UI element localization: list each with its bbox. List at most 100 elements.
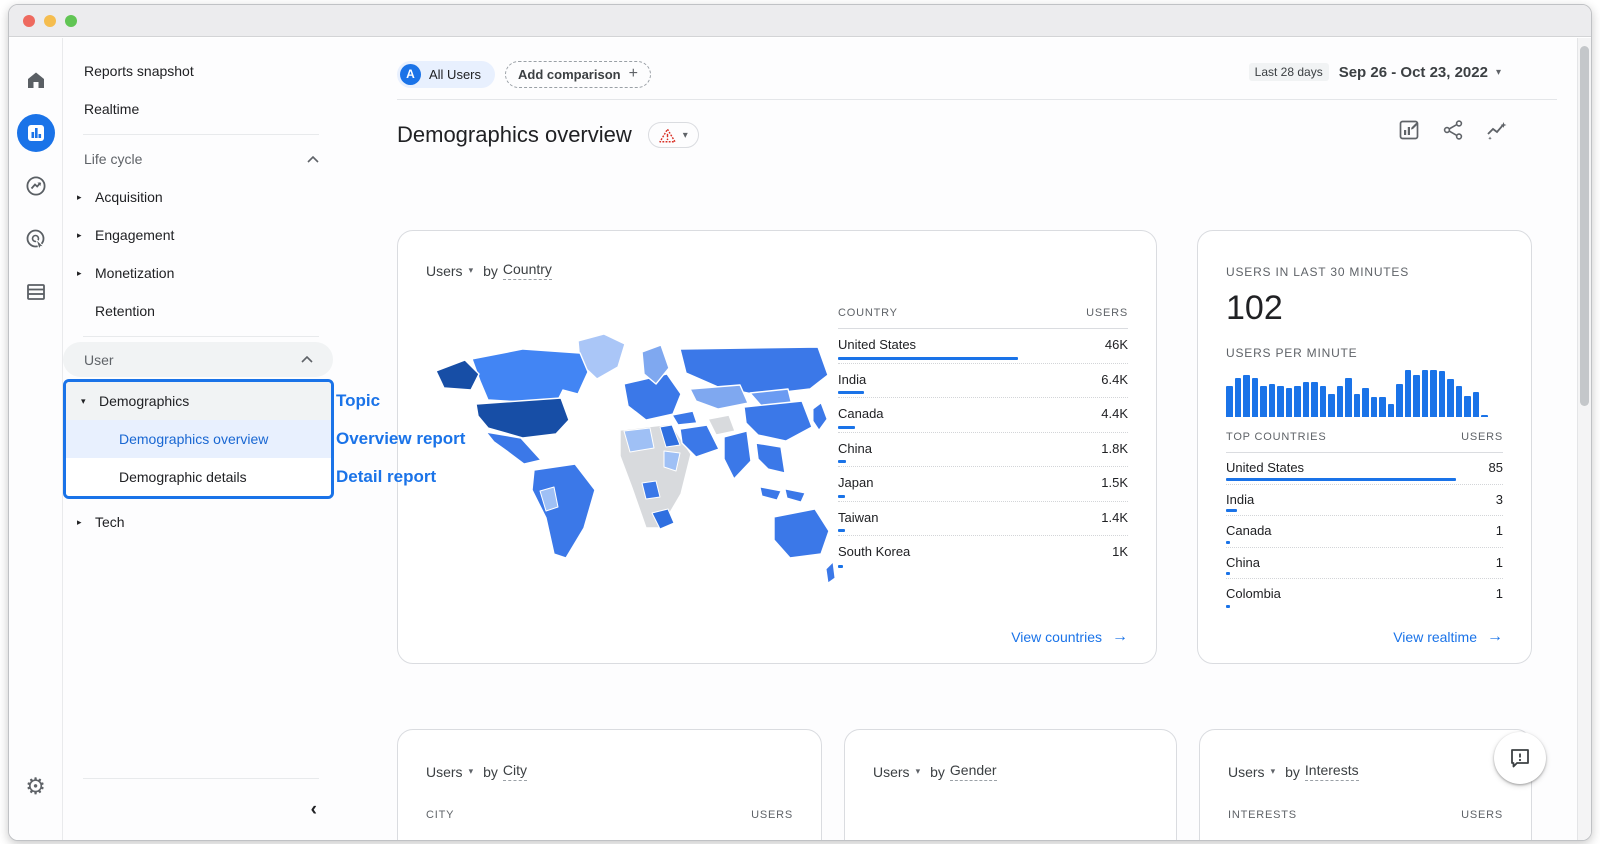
divider [83,778,319,779]
report-nav-sidebar: Reports snapshot Realtime Life cycle ▸ A… [63,38,339,840]
realtime-count: 102 [1226,289,1283,327]
metric-selector[interactable]: Users [426,764,463,780]
divider [397,99,1557,100]
dimension-selector[interactable]: Gender [949,762,997,781]
caret-down-icon: ▾ [1495,66,1501,78]
vertical-scrollbar[interactable] [1577,38,1591,840]
close-button[interactable] [23,14,35,27]
table-row[interactable]: Colombia 1 [1226,579,1503,611]
annotation-overview-report: Overview report [336,429,466,448]
comparison-bar: A All Users Add comparison + Last 28 day… [397,60,1557,88]
metric-selector[interactable]: Users [426,263,463,279]
demographics-annotation-box: ▾ Demographics Demographics overview Dem… [63,379,334,499]
sidebar-item-reports-snapshot[interactable]: Reports snapshot [63,52,339,90]
table-header: TOP COUNTRIES USERS [1226,431,1503,453]
table-header: COUNTRY USERS [838,307,1128,329]
explore-icon[interactable] [17,168,55,204]
divider [83,134,319,135]
sidebar-footer: ‹ [63,778,339,840]
sidebar-item-realtime[interactable]: Realtime [63,90,339,128]
annotation-topic: Topic [336,391,381,410]
top-countries-table: TOP COUNTRIES USERS United States 85 Indi… [1226,431,1503,611]
sidebar-item-engagement[interactable]: ▸ Engagement [63,216,339,254]
realtime-card: USERS IN LAST 30 MINUTES 102 USERS PER M… [1197,230,1532,664]
table-row[interactable]: India 6.4K [838,364,1128,398]
segment-avatar: A [400,63,421,85]
view-realtime-link[interactable]: View realtime → [1393,628,1503,646]
advertising-icon[interactable] [17,221,55,257]
sidebar-item-demographic-details[interactable]: Demographic details [66,458,331,496]
chevron-up-icon [307,155,319,163]
sidebar-item-tech[interactable]: ▸ Tech [63,503,339,541]
table-row[interactable]: United States 85 [1226,453,1503,485]
country-users-table: COUNTRY USERS United States 46K India 6.4K… [838,307,1128,571]
caret-down-icon[interactable]: ▾ [916,766,921,777]
users-by-interests-card: Users ▾ by Interests INTERESTS USERS [1199,729,1532,840]
table-row[interactable]: China 1.8K [838,433,1128,467]
collapse-sidebar-icon[interactable]: ‹ [311,800,317,819]
data-quality-warning-button[interactable]: ▾ [647,122,699,148]
app-window: ⚙ Reports snapshot Realtime Life cycle ▸… [8,4,1592,841]
warning-triangle-icon [659,128,676,142]
caret-down-icon: ▾ [682,129,688,141]
table-row[interactable]: China 1 [1226,548,1503,579]
icon-rail: ⚙ [9,38,63,840]
table-header: CITY USERS [426,809,793,821]
metric-selector[interactable]: Users [873,764,910,780]
realtime-title: USERS IN LAST 30 MINUTES [1226,265,1410,279]
caret-right-icon: ▸ [77,267,82,278]
sidebar-item-acquisition[interactable]: ▸ Acquisition [63,178,339,216]
caret-down-icon[interactable]: ▾ [1271,766,1276,777]
scrollbar-thumb[interactable] [1580,46,1589,406]
caret-right-icon: ▸ [77,229,82,240]
plus-icon: + [628,65,638,82]
table-header: INTERESTS USERS [1228,809,1503,821]
users-by-gender-card: Users ▾ by Gender [844,729,1177,840]
feedback-button[interactable] [1494,732,1546,784]
dimension-selector[interactable]: Interests [1304,762,1359,781]
insights-icon[interactable] [1485,118,1509,142]
settings-gear-icon[interactable]: ⚙ [17,768,55,804]
date-range-picker[interactable]: Last 28 days Sep 26 - Oct 23, 2022 ▾ [1248,63,1501,81]
library-icon[interactable] [17,274,55,310]
world-map-choropleth[interactable] [428,331,840,616]
users-per-minute-chart [1226,370,1488,417]
sidebar-item-retention[interactable]: Retention [63,292,339,330]
metric-selector[interactable]: Users [1228,764,1265,780]
table-row[interactable]: South Korea 1K [838,536,1128,571]
dimension-selector[interactable]: City [502,762,528,781]
home-icon[interactable] [17,62,55,98]
table-row[interactable]: United States 46K [838,329,1128,364]
sidebar-item-demographics[interactable]: ▾ Demographics [66,382,331,420]
page-title: Demographics overview [397,122,632,147]
table-row[interactable]: Canada 1 [1226,516,1503,548]
table-row[interactable]: India 3 [1226,485,1503,516]
arrow-right-icon: → [1487,628,1503,645]
share-icon[interactable] [1441,118,1465,142]
sidebar-item-demographics-overview[interactable]: Demographics overview [66,420,331,458]
all-users-segment[interactable]: A All Users [397,60,496,88]
users-by-city-card: Users ▾ by City CITY USERS [397,729,822,840]
macos-titlebar [9,5,1591,37]
table-row[interactable]: Taiwan 1.4K [838,502,1128,536]
chevron-up-icon [301,356,313,363]
table-row[interactable]: Canada 4.4K [838,398,1128,433]
add-comparison-button[interactable]: Add comparison + [505,60,651,88]
main-content: A All Users Add comparison + Last 28 day… [339,38,1591,840]
caret-right-icon: ▸ [77,191,82,202]
dimension-selector[interactable]: Country [502,261,552,280]
reports-icon[interactable] [16,114,55,152]
date-range-label: Last 28 days [1248,63,1329,81]
zoom-button[interactable] [65,14,77,27]
caret-down-icon[interactable]: ▾ [469,766,474,777]
feedback-bubble-icon [1511,749,1529,768]
section-life-cycle[interactable]: Life cycle [63,140,339,178]
customize-report-icon[interactable] [1397,118,1421,142]
section-user[interactable]: User [63,342,333,377]
caret-down-icon: ▾ [81,395,86,406]
minimize-button[interactable] [44,14,56,27]
view-countries-link[interactable]: View countries → [1011,628,1128,646]
table-row[interactable]: Japan 1.5K [838,467,1128,502]
sidebar-item-monetization[interactable]: ▸ Monetization [63,254,339,292]
caret-down-icon[interactable]: ▾ [469,265,474,276]
